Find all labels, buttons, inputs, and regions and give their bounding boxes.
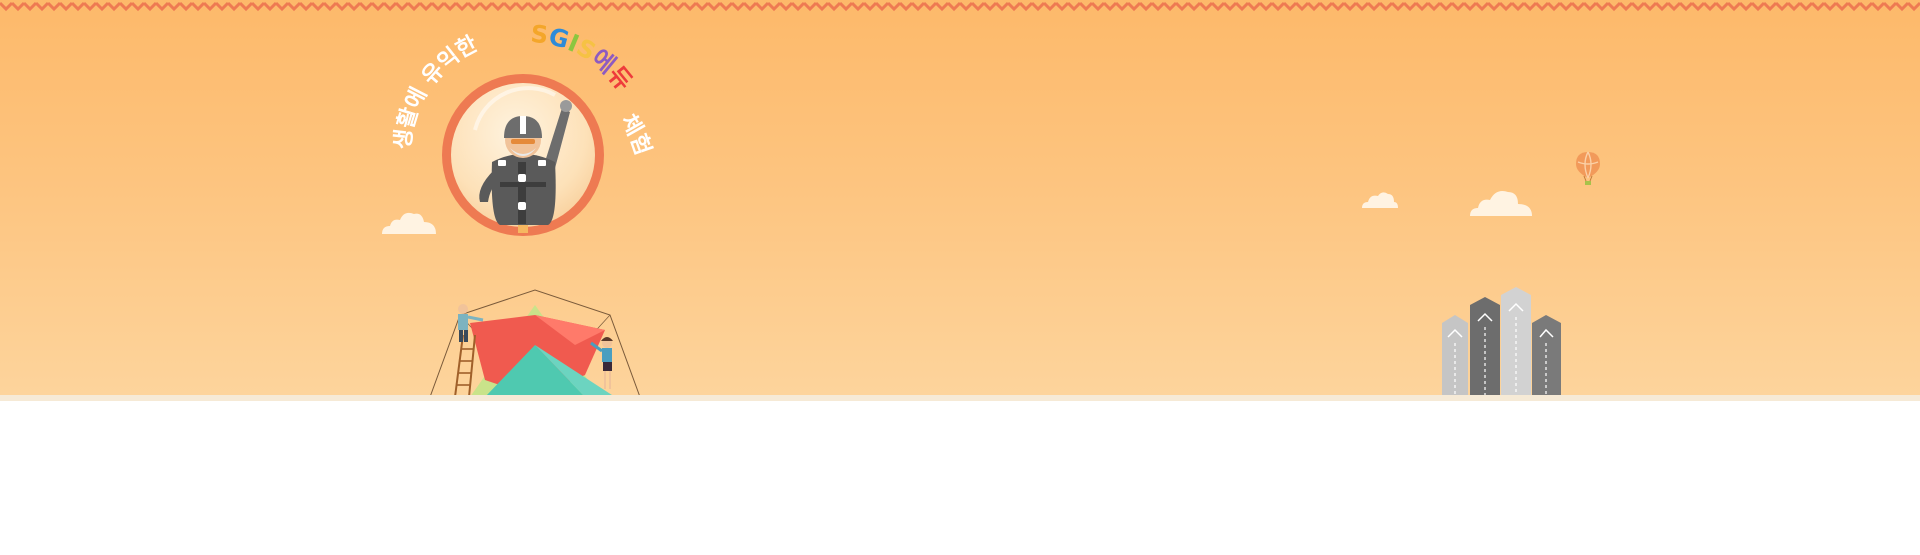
building-1 xyxy=(1442,315,1468,397)
arc-text-right: 체험 xyxy=(615,110,656,158)
content-area xyxy=(0,401,1920,555)
cloud-right xyxy=(1470,191,1532,216)
hero-banner: 생활에 유익한 SGIS에듀 체험 xyxy=(0,0,1920,397)
building-2 xyxy=(1470,297,1500,397)
building-3 xyxy=(1501,287,1531,397)
building-4 xyxy=(1532,315,1561,397)
hot-air-balloon xyxy=(1576,151,1600,185)
cloud-left xyxy=(382,212,436,234)
kite-tent-scene xyxy=(429,289,641,397)
person-standing xyxy=(590,337,613,389)
zigzag-border xyxy=(0,0,1920,12)
road-buildings xyxy=(1442,287,1561,397)
ladder xyxy=(454,334,476,397)
cloud-small xyxy=(1362,192,1398,208)
